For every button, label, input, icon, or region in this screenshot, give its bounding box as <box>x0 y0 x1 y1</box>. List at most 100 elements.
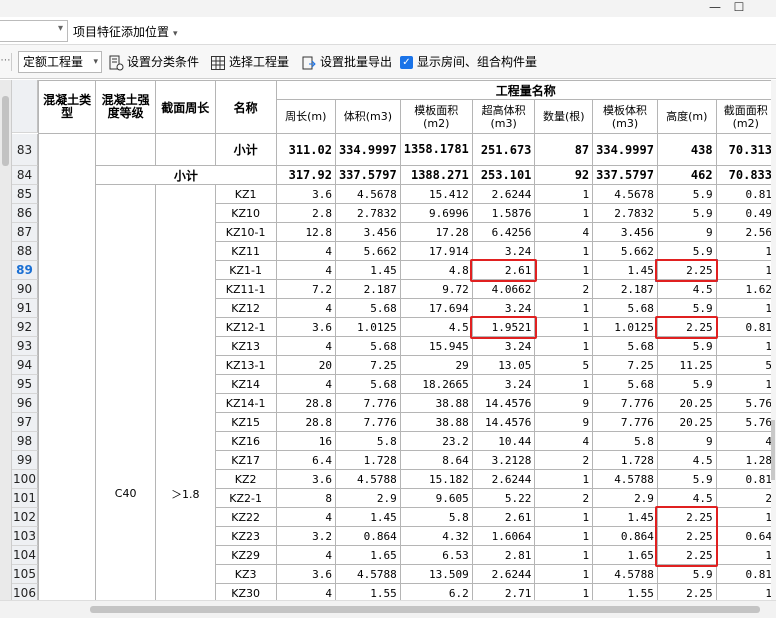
value-cell[interactable]: 1 <box>534 317 594 337</box>
value-cell[interactable]: 16 <box>275 431 336 451</box>
value-cell[interactable]: 1.0125 <box>334 317 401 337</box>
value-cell[interactable]: 3.24 <box>471 241 536 261</box>
value-cell[interactable]: 2.187 <box>334 279 401 299</box>
value-cell[interactable]: 2.61 <box>471 260 536 280</box>
value-cell[interactable]: 2.25 <box>656 260 717 280</box>
value-cell[interactable]: 462 <box>656 165 717 185</box>
value-cell[interactable]: 1.62 <box>715 279 776 299</box>
row-number[interactable]: 106 <box>12 583 38 600</box>
row-number[interactable]: 86 <box>12 203 38 223</box>
value-cell[interactable]: 9.6996 <box>399 203 473 223</box>
value-cell[interactable]: 5.68 <box>592 336 658 356</box>
value-cell[interactable]: 6.53 <box>399 545 473 565</box>
component-name[interactable]: KZ30 <box>214 583 277 600</box>
perimeter-value[interactable]: ＞1.8 <box>154 184 216 600</box>
value-cell[interactable]: 2.61 <box>471 507 536 527</box>
value-cell[interactable]: 1.6064 <box>471 526 536 546</box>
value-cell[interactable]: 5.9 <box>656 203 717 223</box>
value-cell[interactable]: 9.72 <box>399 279 473 299</box>
component-name[interactable]: KZ12 <box>214 298 277 318</box>
value-cell[interactable]: 5.76 <box>715 412 776 432</box>
value-cell[interactable]: 1 <box>715 241 776 261</box>
value-cell[interactable]: 1.55 <box>334 583 401 600</box>
value-cell[interactable]: 15.182 <box>399 469 473 489</box>
value-cell[interactable]: 1.55 <box>592 583 658 600</box>
concrete-type-cell[interactable] <box>37 133 97 600</box>
row-number[interactable]: 83 <box>12 133 38 166</box>
value-cell[interactable]: 12.8 <box>275 222 336 242</box>
value-cell[interactable]: 4 <box>275 298 336 318</box>
value-cell[interactable]: 18.2665 <box>399 374 473 394</box>
value-cell[interactable]: 1.45 <box>592 260 658 280</box>
value-cell[interactable]: 5.68 <box>592 298 658 318</box>
row-number[interactable]: 84 <box>12 165 38 185</box>
value-cell[interactable]: 7.25 <box>334 355 401 375</box>
left-scrollbar[interactable] <box>0 80 12 600</box>
value-cell[interactable]: 5.662 <box>334 241 401 261</box>
value-cell[interactable]: 3.24 <box>471 298 536 318</box>
component-name[interactable]: KZ14-1 <box>214 393 277 413</box>
value-cell[interactable]: 4.8 <box>399 260 473 280</box>
value-cell[interactable]: 1 <box>534 298 594 318</box>
value-cell[interactable]: 5 <box>534 355 594 375</box>
value-cell[interactable]: 2.8 <box>275 203 336 223</box>
value-cell[interactable]: 3.24 <box>471 374 536 394</box>
value-cell[interactable]: 5.68 <box>592 374 658 394</box>
value-cell[interactable]: 2.25 <box>656 317 717 337</box>
row-number[interactable]: 99 <box>12 450 38 470</box>
value-cell[interactable]: 4.0662 <box>471 279 536 299</box>
component-name[interactable]: KZ29 <box>214 545 277 565</box>
value-cell[interactable]: 317.92 <box>275 165 336 185</box>
value-cell[interactable]: 70.313 <box>715 133 776 166</box>
value-cell[interactable]: 3.456 <box>334 222 401 242</box>
value-cell[interactable]: 9 <box>534 393 594 413</box>
value-cell[interactable]: 1 <box>715 545 776 565</box>
value-cell[interactable]: 11.25 <box>656 355 717 375</box>
value-cell[interactable]: 2.9 <box>334 488 401 508</box>
value-cell[interactable]: 2.71 <box>471 583 536 600</box>
value-cell[interactable]: 8 <box>275 488 336 508</box>
quantity-type-select[interactable]: 定额工程量 ▾ <box>18 51 102 73</box>
value-cell[interactable]: 311.02 <box>275 133 336 166</box>
value-cell[interactable]: 1 <box>715 507 776 527</box>
value-cell[interactable]: 28.8 <box>275 412 336 432</box>
row-number[interactable]: 98 <box>12 431 38 451</box>
right-scrollbar[interactable] <box>771 80 776 600</box>
value-cell[interactable]: 3.2 <box>275 526 336 546</box>
value-cell[interactable]: 10.44 <box>471 431 536 451</box>
feature-position-dropdown[interactable]: 项目特征添加位置 ▾ <box>73 23 178 40</box>
concrete-grade-cell[interactable] <box>95 133 156 166</box>
value-cell[interactable]: 6.2 <box>399 583 473 600</box>
value-cell[interactable]: 38.88 <box>399 393 473 413</box>
value-cell[interactable]: 2.7832 <box>592 203 658 223</box>
component-name[interactable]: KZ1 <box>214 184 277 204</box>
row-number[interactable]: 87 <box>12 222 38 242</box>
value-cell[interactable]: 0.49 <box>715 203 776 223</box>
value-cell[interactable]: 5.9 <box>656 374 717 394</box>
value-cell[interactable]: 4 <box>275 545 336 565</box>
value-cell[interactable]: 5.9 <box>656 241 717 261</box>
value-cell[interactable]: 3.6 <box>275 564 336 584</box>
batch-export-button[interactable]: 设置批量导出 <box>301 53 392 73</box>
subtotal-label[interactable]: 小计 <box>95 165 277 185</box>
value-cell[interactable]: 2 <box>534 450 594 470</box>
value-cell[interactable]: 29 <box>399 355 473 375</box>
subtotal-row[interactable]: 小计 317.92 337.5797 1388.271 253.101 92 337.579… <box>39 165 776 185</box>
row-number[interactable]: 101 <box>12 488 38 508</box>
value-cell[interactable]: 3.24 <box>471 336 536 356</box>
value-cell[interactable]: 0.81 <box>715 469 776 489</box>
value-cell[interactable]: 0.81 <box>715 317 776 337</box>
value-cell[interactable]: 1 <box>534 545 594 565</box>
value-cell[interactable]: 1 <box>534 564 594 584</box>
row-number[interactable]: 91 <box>12 298 38 318</box>
value-cell[interactable]: 3.6 <box>275 469 336 489</box>
value-cell[interactable]: 4 <box>275 241 336 261</box>
component-name[interactable]: KZ1-1 <box>214 260 277 280</box>
value-cell[interactable]: 7.776 <box>592 393 658 413</box>
maximize-icon[interactable]: ☐ <box>724 0 754 17</box>
value-cell[interactable]: 5.8 <box>399 507 473 527</box>
value-cell[interactable]: 17.914 <box>399 241 473 261</box>
component-name[interactable]: KZ3 <box>214 564 277 584</box>
row-number[interactable]: 90 <box>12 279 38 299</box>
scrollbar-thumb[interactable] <box>771 420 775 480</box>
